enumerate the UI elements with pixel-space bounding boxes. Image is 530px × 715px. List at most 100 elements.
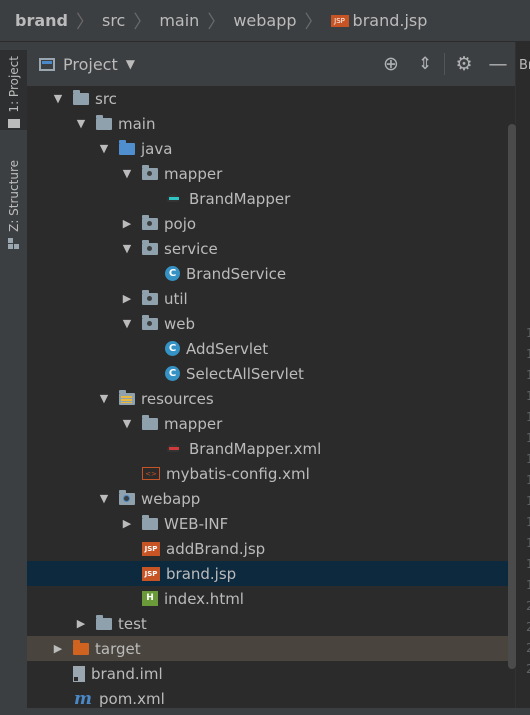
source-folder-icon bbox=[119, 139, 135, 155]
structure-icon bbox=[8, 237, 19, 249]
breadcrumb-separator: 〉 bbox=[133, 11, 152, 33]
breadcrumb: brand 〉 src 〉 main 〉 webapp 〉 JSP brand.… bbox=[0, 0, 530, 42]
jsp-file-icon: JSP bbox=[142, 566, 160, 581]
tree-node-mapper[interactable]: ▼ mapper bbox=[27, 411, 515, 436]
package-icon bbox=[142, 289, 158, 305]
collapse-icon[interactable]: ⇕ bbox=[408, 54, 442, 74]
tree-node-label: BrandMapper bbox=[189, 189, 291, 208]
tree-node-brandmapper-xml[interactable]: BrandMapper.xml bbox=[27, 436, 515, 461]
line-number: 1 bbox=[526, 578, 530, 592]
tree-node-util[interactable]: ▶ util bbox=[27, 286, 515, 311]
left-tool-window-bar: 1: Project Z: Structure bbox=[0, 42, 28, 715]
collapsed-arrow-icon[interactable]: ▶ bbox=[51, 642, 65, 656]
tree-node-label: mybatis-config.xml bbox=[166, 464, 310, 483]
tree-node-pojo[interactable]: ▶ pojo bbox=[27, 211, 515, 236]
project-tree: ▼ src ▼ main ▼ java ▼ mapper BrandMapper ▶ pojo ▼ se… bbox=[27, 86, 515, 715]
html-file-icon: H bbox=[142, 591, 158, 606]
expanded-arrow-icon[interactable]: ▼ bbox=[51, 92, 65, 106]
java-class-icon: C bbox=[165, 366, 180, 381]
line-number: 1 bbox=[526, 410, 530, 424]
gear-icon[interactable]: ⚙ bbox=[447, 53, 481, 75]
tree-node-label: service bbox=[164, 239, 218, 258]
line-number: 1 bbox=[526, 536, 530, 550]
tree-node-label: target bbox=[95, 639, 141, 658]
package-icon bbox=[142, 239, 158, 255]
tree-node-web-inf[interactable]: ▶ WEB-INF bbox=[27, 511, 515, 536]
tree-node-label: AddServlet bbox=[186, 339, 269, 358]
tree-node-brand-iml[interactable]: brand.iml bbox=[27, 661, 515, 686]
breadcrumb-item-main[interactable]: main bbox=[159, 11, 199, 30]
collapsed-arrow-icon[interactable]: ▶ bbox=[120, 217, 134, 231]
folder-icon bbox=[73, 89, 89, 105]
collapsed-arrow-icon[interactable]: ▶ bbox=[74, 617, 88, 631]
editor-edge: Br 1 1 1 1 1 1 1 1 1 1 1 1 1 2 2 2 2 bbox=[515, 42, 530, 715]
mybatis-xml-icon bbox=[165, 442, 183, 456]
tree-node-webapp[interactable]: ▼ webapp bbox=[27, 486, 515, 511]
tree-node-service[interactable]: ▼ service bbox=[27, 236, 515, 261]
tree-node-label: java bbox=[141, 139, 173, 158]
tree-node-label: util bbox=[164, 289, 188, 308]
expanded-arrow-icon[interactable]: ▼ bbox=[74, 117, 88, 131]
crosshair-icon[interactable]: ⊕ bbox=[374, 53, 408, 75]
line-number: 1 bbox=[526, 368, 530, 382]
collapsed-arrow-icon[interactable]: ▶ bbox=[120, 517, 134, 531]
tree-node-label: BrandMapper.xml bbox=[189, 439, 322, 458]
tree-node-brandservice[interactable]: C BrandService bbox=[27, 261, 515, 286]
expanded-arrow-icon[interactable]: ▼ bbox=[97, 492, 111, 506]
expanded-arrow-icon[interactable]: ▼ bbox=[97, 392, 111, 406]
tree-node-addservlet[interactable]: C AddServlet bbox=[27, 336, 515, 361]
tree-node-brand-jsp[interactable]: JSP brand.jsp bbox=[27, 561, 515, 586]
line-number: 1 bbox=[526, 557, 530, 571]
tree-node-selectallservlet[interactable]: C SelectAllServlet bbox=[27, 361, 515, 386]
tree-node-mapper[interactable]: ▼ mapper bbox=[27, 161, 515, 186]
tab-structure[interactable]: Z: Structure bbox=[0, 160, 27, 260]
breadcrumb-item-src[interactable]: src bbox=[102, 11, 125, 30]
package-icon bbox=[142, 314, 158, 330]
web-folder-icon bbox=[119, 489, 135, 505]
panel-title[interactable]: Project bbox=[63, 55, 118, 74]
tree-node-label: pojo bbox=[164, 214, 197, 233]
line-number: 1 bbox=[526, 473, 530, 487]
package-icon bbox=[142, 214, 158, 230]
line-number: 1 bbox=[526, 452, 530, 466]
line-number: 1 bbox=[526, 389, 530, 403]
line-number: 1 bbox=[526, 431, 530, 445]
breadcrumb-separator: 〉 bbox=[207, 11, 226, 33]
tree-node-addbrand-jsp[interactable]: JSP addBrand.jsp bbox=[27, 536, 515, 561]
tree-node-target[interactable]: ▶ target bbox=[27, 636, 515, 661]
tree-node-main[interactable]: ▼ main bbox=[27, 111, 515, 136]
expanded-arrow-icon[interactable]: ▼ bbox=[97, 142, 111, 156]
expanded-arrow-icon[interactable]: ▼ bbox=[120, 417, 134, 431]
expanded-arrow-icon[interactable]: ▼ bbox=[120, 167, 134, 181]
tab-structure-label: Z: Structure bbox=[6, 160, 21, 232]
tree-node-label: brand.jsp bbox=[166, 564, 237, 583]
expanded-arrow-icon[interactable]: ▼ bbox=[120, 242, 134, 256]
collapsed-arrow-icon[interactable]: ▶ bbox=[120, 292, 134, 306]
tree-node-label: mapper bbox=[164, 414, 223, 433]
tree-node-src[interactable]: ▼ src bbox=[27, 86, 515, 111]
tree-node-java[interactable]: ▼ java bbox=[27, 136, 515, 161]
tree-node-index-html[interactable]: Hindex.html bbox=[27, 586, 515, 611]
java-class-icon: C bbox=[165, 341, 180, 356]
java-class-icon: C bbox=[165, 266, 180, 281]
minimize-icon[interactable]: — bbox=[481, 53, 515, 75]
tree-scrollbar[interactable] bbox=[508, 124, 516, 669]
tree-node-label: SelectAllServlet bbox=[186, 364, 304, 383]
tree-node-web[interactable]: ▼ web bbox=[27, 311, 515, 336]
tree-node-mybatis-config-xml[interactable]: <> mybatis-config.xml bbox=[27, 461, 515, 486]
line-number: 1 bbox=[526, 347, 530, 361]
breadcrumb-separator: 〉 bbox=[304, 11, 323, 33]
tree-node-label: src bbox=[95, 89, 117, 108]
tree-node-test[interactable]: ▶ test bbox=[27, 611, 515, 636]
editor-tab-fragment: Br bbox=[519, 58, 530, 73]
tree-node-resources[interactable]: ▼ resources bbox=[27, 386, 515, 411]
breadcrumb-item-brand-jsp[interactable]: brand.jsp bbox=[353, 11, 428, 30]
expanded-arrow-icon[interactable]: ▼ bbox=[120, 317, 134, 331]
tab-project[interactable]: 1: Project bbox=[0, 50, 27, 130]
breadcrumb-item-webapp[interactable]: webapp bbox=[233, 11, 296, 30]
xml-file-icon: <> bbox=[142, 467, 160, 480]
line-number: 1 bbox=[526, 326, 530, 340]
breadcrumb-item-brand[interactable]: brand bbox=[15, 11, 68, 30]
chevron-down-icon[interactable]: ▼ bbox=[126, 57, 135, 71]
tree-node-brandmapper[interactable]: BrandMapper bbox=[27, 186, 515, 211]
